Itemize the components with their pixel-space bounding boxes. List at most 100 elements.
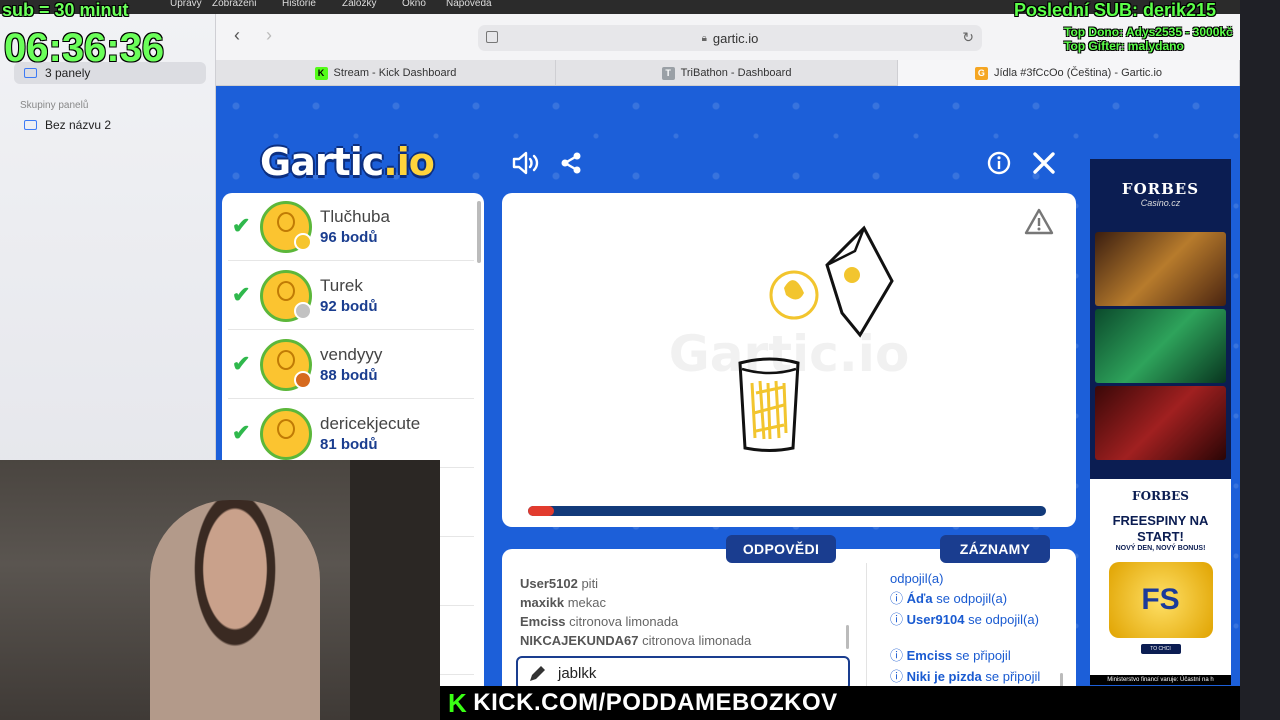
ad-footer-brand: FORBES [1132, 489, 1189, 503]
menu-item[interactable]: Historie [282, 0, 316, 9]
ad-brand-sub: Casino.cz [1140, 198, 1181, 208]
advertisement[interactable]: FORBES Casino.cz FORBES FREESPINY NA STA… [1090, 159, 1231, 685]
answer-item: Emciss citronova limonada [520, 614, 678, 629]
player-score: 92 bodů [320, 298, 378, 315]
forward-button[interactable]: › [266, 26, 272, 44]
sub-rule-overlay: sub = 30 minut [2, 0, 129, 20]
player-score: 96 bodů [320, 229, 378, 246]
ad-disclaimer: Ministerstvo financí varuje: Účastní na … [1090, 675, 1231, 685]
logo-suffix: .io [383, 140, 435, 184]
streamer-image [150, 500, 320, 720]
player-row: ✔ Turek 92 bodů [228, 262, 474, 330]
log-text: odpojil(a) [890, 571, 944, 586]
canvas-watermark: Gartic.io [669, 325, 910, 383]
log-user: User9104 [906, 612, 965, 627]
share-icon[interactable] [556, 148, 586, 178]
player-name: Turek [320, 276, 363, 295]
ad-badge: FS [1108, 562, 1213, 638]
last-sub-overlay: Poslední SUB: derik215 [1014, 0, 1217, 20]
log-text: se připojil [985, 669, 1041, 684]
slot-machine-image [1095, 386, 1226, 460]
player-name: vendyyy [320, 345, 383, 364]
answer-item: NIKCAJEKUNDA67 citronova limonada [520, 633, 751, 648]
player-row: ✔ dericekjecute 81 bodů [228, 400, 474, 468]
drawing-strokes: Gartic.io [669, 225, 910, 452]
channel-url-banner: K KICK.COM/PODDAMEBOZKOV [440, 686, 1240, 720]
kick-favicon-icon: K [314, 66, 328, 80]
log-item: ⓘ Emciss se připojil [890, 648, 1011, 663]
log-item: ⓘ Niki je pizda se připojil [890, 669, 1041, 684]
bronze-medal-icon [294, 371, 312, 389]
check-icon: ✔ [232, 351, 251, 376]
log-user: Áďa [906, 591, 933, 606]
records-tab[interactable]: ZÁZNAMY [940, 535, 1050, 563]
answer-item: User5102 piti [520, 576, 598, 591]
log-text: se odpojil(a) [968, 612, 1039, 627]
logo-text: Gartic [260, 140, 384, 184]
sidebar-item-tab-group[interactable]: Bez názvu 2 [14, 114, 206, 136]
drawing-canvas[interactable]: Gartic.io [502, 193, 1076, 527]
close-icon[interactable] [1029, 148, 1059, 178]
url-text: gartic.io [712, 30, 759, 46]
reload-icon[interactable]: ↻ [962, 29, 974, 46]
ad-brand: FORBES [1121, 180, 1200, 198]
check-icon: ✔ [232, 420, 251, 445]
player-row: ✔ vendyyy 88 bodů [228, 331, 474, 399]
browser-sidebar: 3 panely Skupiny panelů Bez názvu 2 [0, 14, 216, 474]
sidebar-item-label: Bez názvu 2 [45, 118, 112, 132]
answers-scrollbar[interactable] [846, 625, 849, 649]
answer-text: mekac [567, 595, 607, 610]
menu-item[interactable]: Zalozky [342, 0, 376, 9]
ad-subline: NOVÝ DEN, NOVÝ BONUS! [1115, 545, 1206, 552]
log-text: se připojil [955, 648, 1011, 663]
log-text: se odpojil(a) [936, 591, 1008, 606]
answers-tab[interactable]: ODPOVĚDI [726, 535, 836, 563]
back-button[interactable]: ‹ [234, 26, 240, 44]
answer-text: citronova limonada [569, 614, 679, 629]
round-timer-fill [528, 506, 554, 516]
round-timer-bar [528, 506, 1046, 516]
ad-headline: FREESPINY NA START! [1112, 513, 1209, 544]
log-user: Emciss [906, 648, 953, 663]
silver-medal-icon [294, 302, 312, 320]
menu-item[interactable]: Zobrazeni [212, 0, 256, 9]
top-donor-overlay: Top Dono: Adys2535 - 3000kč [1064, 25, 1233, 39]
sound-icon[interactable] [510, 148, 540, 178]
tab-title: Stream - Kick Dashboard [333, 67, 457, 79]
player-score: 81 bodů [320, 436, 378, 453]
info-icon[interactable] [984, 148, 1014, 178]
check-icon: ✔ [232, 213, 251, 238]
channel-url: KICK.COM/PODDAMEBOZKOV [473, 689, 838, 716]
gold-medal-icon [294, 233, 312, 251]
tab-gartic[interactable]: G Jídla #3fCcOo (Čeština) - Gartic.io [898, 60, 1240, 86]
check-icon: ✔ [232, 282, 251, 307]
tab-bar: K Stream - Kick Dashboard T TriBathon - … [216, 60, 1240, 86]
player-score: 88 bodů [320, 367, 378, 384]
address-bar[interactable]: 🔒︎ gartic.io ↻ [478, 25, 982, 51]
menu-item[interactable]: Upravy [170, 0, 202, 9]
tab-title: Jídla #3fCcOo (Čeština) - Gartic.io [993, 67, 1163, 79]
guess-input-value: jablkk [558, 665, 597, 682]
gartic-logo[interactable]: Gartic.io [260, 140, 435, 184]
answer-user: maxikk [520, 595, 565, 610]
tab-tribathon[interactable]: T TriBathon - Dashboard ✕ [556, 60, 913, 86]
ad-cta-button[interactable]: TO CHCI [1140, 644, 1181, 654]
ad-promo: FORBES FREESPINY NA START! NOVÝ DEN, NOV… [1090, 479, 1231, 685]
log-item: odpojil(a) [890, 571, 1060, 586]
answer-text: piti [581, 576, 599, 591]
pencil-icon [530, 665, 545, 681]
tab-kick[interactable]: K Stream - Kick Dashboard [216, 60, 556, 86]
menu-item[interactable]: Napoveda [446, 0, 492, 9]
answer-user: NIKCAJEKUNDA67 [520, 633, 639, 648]
tribathon-favicon-icon: T [661, 66, 675, 80]
player-list-scrollbar[interactable] [477, 201, 481, 263]
background-window-edge [1240, 0, 1280, 720]
menu-item[interactable]: Okno [402, 0, 426, 9]
gartic-favicon-icon: G [974, 66, 988, 80]
tab-title: TriBathon - Dashboard [680, 67, 792, 79]
log-item: ⓘ User9104 se odpojil(a) [890, 612, 1039, 627]
stream-timer: 06:36:36 [4, 26, 165, 70]
sidebar-section-label: Skupiny panelů [20, 100, 89, 111]
reader-icon[interactable] [486, 31, 498, 43]
answer-user: Emciss [520, 614, 566, 629]
